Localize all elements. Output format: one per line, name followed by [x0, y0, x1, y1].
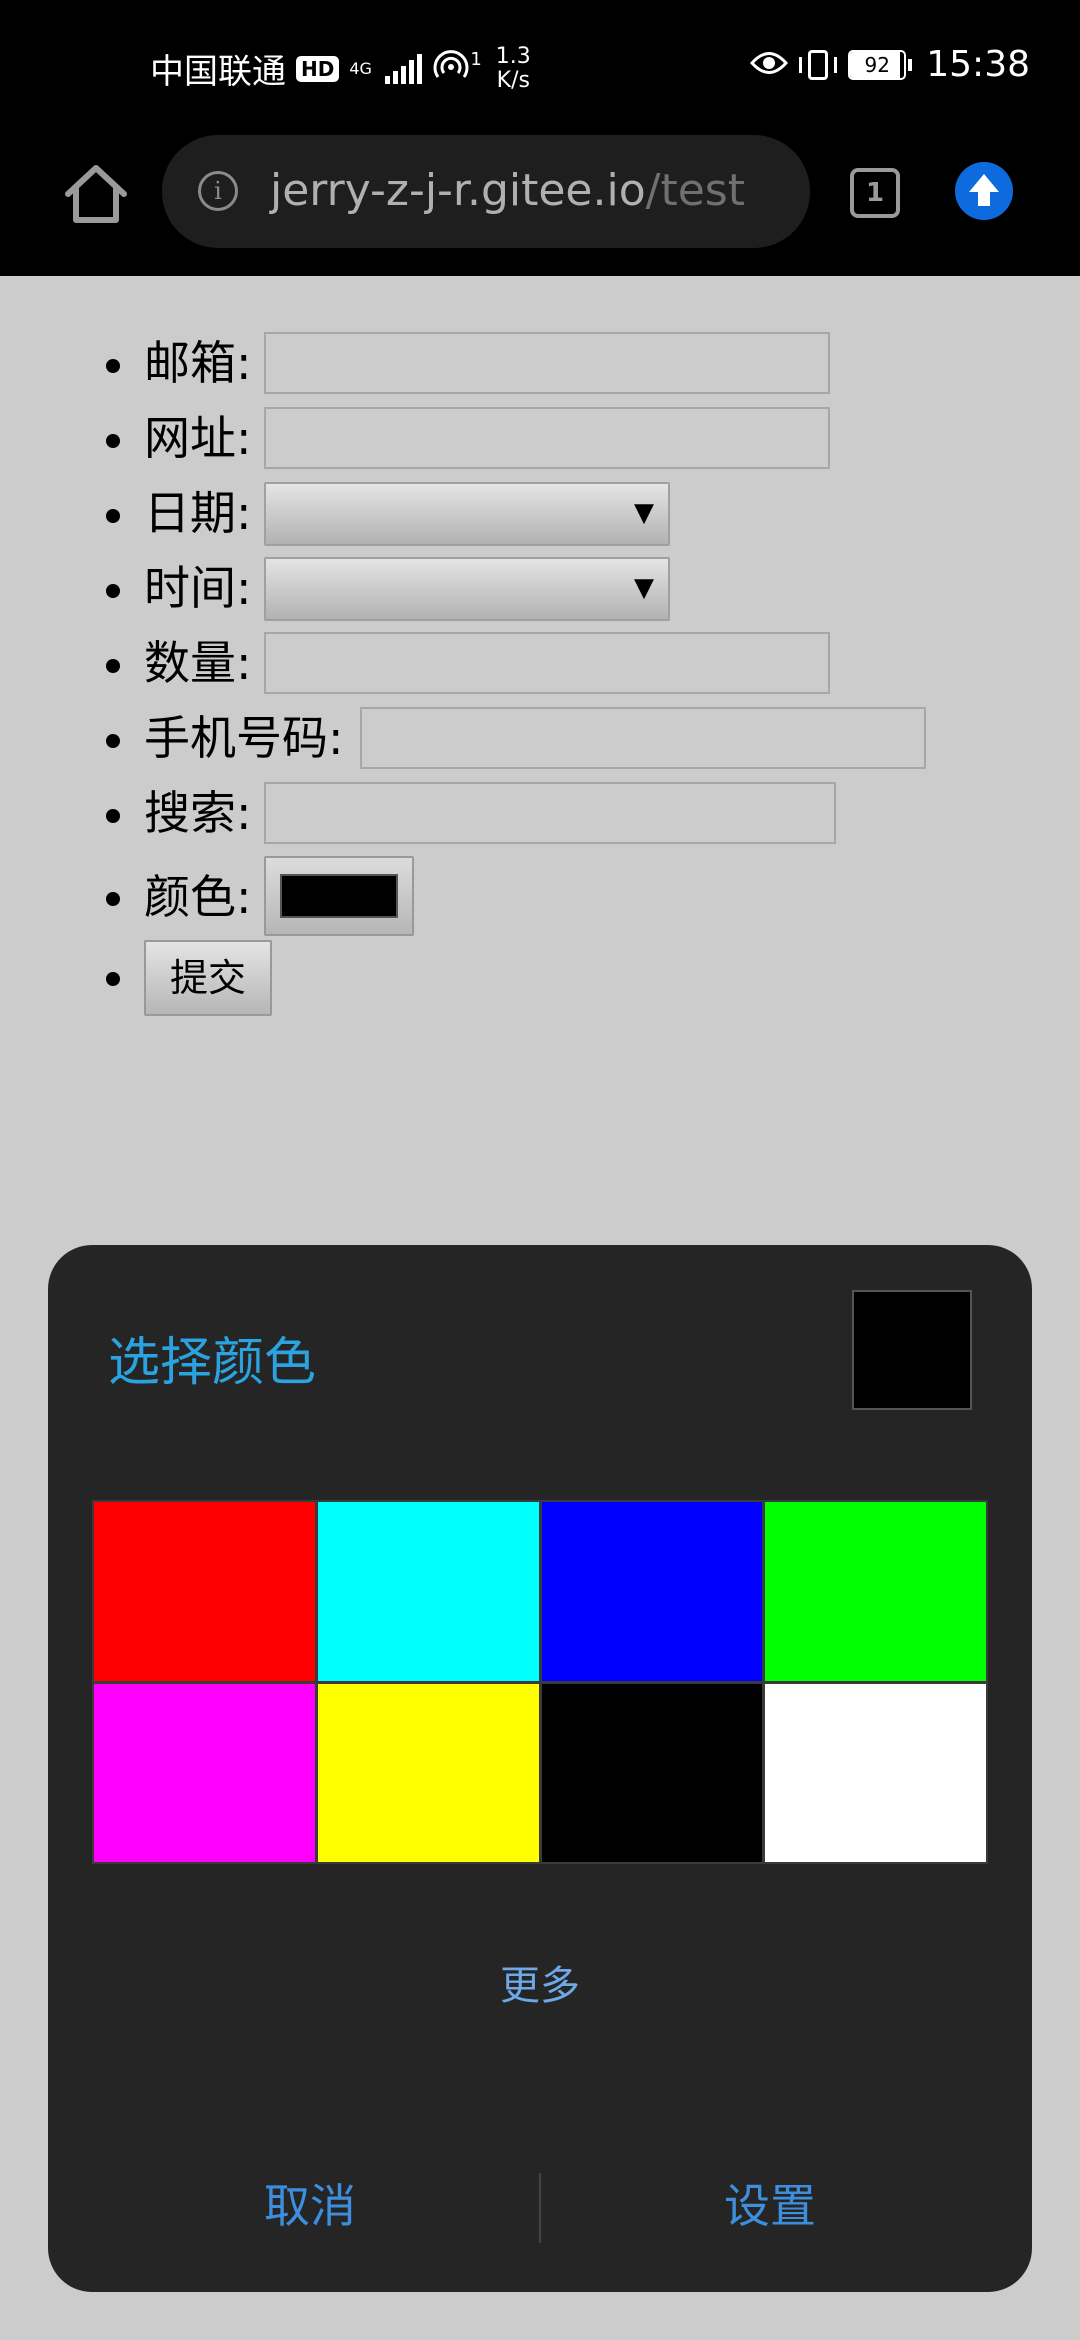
color-picker-dialog: 选择颜色 更多 取消 设置	[48, 1245, 1032, 2292]
search-label: 搜索:	[144, 786, 252, 840]
url-text[interactable]: jerry-z-j-r.gitee.io/test	[270, 165, 745, 216]
list-bullet	[106, 972, 120, 986]
browser-toolbar: i jerry-z-j-r.gitee.io/test 1	[0, 132, 1080, 276]
info-icon[interactable]: i	[198, 171, 238, 211]
network-type: 4G	[349, 58, 372, 78]
list-bullet	[106, 809, 120, 823]
phone-label: 手机号码:	[144, 711, 344, 765]
color-swatch	[280, 874, 398, 918]
url-host: jerry-z-j-r.gitee.io	[270, 165, 646, 216]
status-bar-left: 中国联通 HD 4G 1 1.3 K/s	[150, 44, 531, 93]
dropdown-arrow-icon: ▼	[634, 573, 654, 603]
color-swatch-option[interactable]	[94, 1502, 315, 1681]
eye-comfort-icon	[750, 45, 789, 85]
url-path: /test	[645, 165, 745, 216]
battery-percent: 92	[864, 52, 890, 77]
status-bar-right: 92 15:38	[750, 44, 1030, 85]
dialog-title: 选择颜色	[108, 1333, 317, 1393]
color-swatch-option[interactable]	[541, 1502, 763, 1681]
url-field[interactable]	[264, 407, 830, 469]
email-field[interactable]	[264, 332, 830, 394]
list-bullet	[106, 659, 120, 673]
list-item-search: 搜索:	[0, 780, 1080, 850]
color-swatch-option[interactable]	[765, 1502, 986, 1681]
selected-color-preview	[852, 1290, 972, 1410]
list-item-color: 颜色:	[0, 856, 1080, 940]
hotspot-count: 1	[470, 49, 482, 70]
hd-badge: HD	[296, 55, 340, 82]
vibrate-icon	[799, 49, 838, 80]
speed-value: 1.3	[495, 43, 531, 69]
search-field[interactable]	[264, 782, 836, 844]
address-bar[interactable]: i jerry-z-j-r.gitee.io/test	[162, 135, 810, 248]
color-swatch-option[interactable]	[765, 1683, 986, 1862]
more-colors-button[interactable]: 更多	[48, 1953, 1032, 2011]
update-arrow-icon[interactable]	[955, 162, 1013, 220]
time-label: 时间:	[144, 561, 252, 615]
phone-field[interactable]	[360, 707, 926, 769]
list-bullet	[106, 434, 120, 448]
set-button[interactable]: 设置	[540, 2170, 1000, 2236]
signal-icon	[385, 53, 423, 84]
color-swatch-option[interactable]	[541, 1683, 763, 1862]
list-item-time: 时间: ▼	[0, 555, 1080, 625]
status-bar: 中国联通 HD 4G 1 1.3 K/s 92 15:38	[0, 0, 1080, 132]
battery-icon: 92	[848, 49, 907, 80]
number-field[interactable]	[264, 632, 830, 694]
cancel-button[interactable]: 取消	[80, 2170, 540, 2236]
hotspot-icon	[432, 47, 470, 90]
list-bullet	[106, 734, 120, 748]
list-item-email: 邮箱:	[0, 330, 1080, 400]
list-bullet	[106, 584, 120, 598]
list-item-date: 日期: ▼	[0, 480, 1080, 550]
date-label: 日期:	[144, 486, 252, 540]
date-picker[interactable]: ▼	[264, 482, 670, 546]
list-bullet	[106, 509, 120, 523]
color-label: 颜色:	[144, 870, 252, 924]
time-picker[interactable]: ▼	[264, 557, 670, 621]
home-icon[interactable]	[62, 160, 130, 228]
status-time: 15:38	[926, 44, 1030, 85]
list-item-url: 网址:	[0, 405, 1080, 475]
battery-tip	[908, 58, 913, 71]
submit-button[interactable]: 提交	[144, 940, 272, 1016]
color-swatch-option[interactable]	[317, 1683, 539, 1862]
list-item-phone: 手机号码:	[0, 705, 1080, 775]
color-swatch-option[interactable]	[94, 1683, 315, 1862]
color-swatch-grid	[92, 1500, 988, 1864]
carrier-name: 中国联通	[150, 52, 286, 92]
list-item-number: 数量:	[0, 630, 1080, 700]
tab-count: 1	[865, 178, 885, 208]
list-bullet	[106, 892, 120, 906]
color-swatch-option[interactable]	[317, 1502, 539, 1681]
number-label: 数量:	[144, 636, 252, 690]
dropdown-arrow-icon: ▼	[634, 498, 654, 528]
speed-unit: K/s	[496, 67, 530, 93]
list-bullet	[106, 359, 120, 373]
network-speed: 1.3 K/s	[495, 43, 531, 93]
list-item-submit: 提交	[0, 940, 1080, 1020]
color-picker-button[interactable]	[264, 856, 414, 936]
url-label: 网址:	[144, 411, 252, 465]
tabs-icon[interactable]: 1	[850, 168, 900, 218]
email-label: 邮箱:	[144, 336, 252, 390]
